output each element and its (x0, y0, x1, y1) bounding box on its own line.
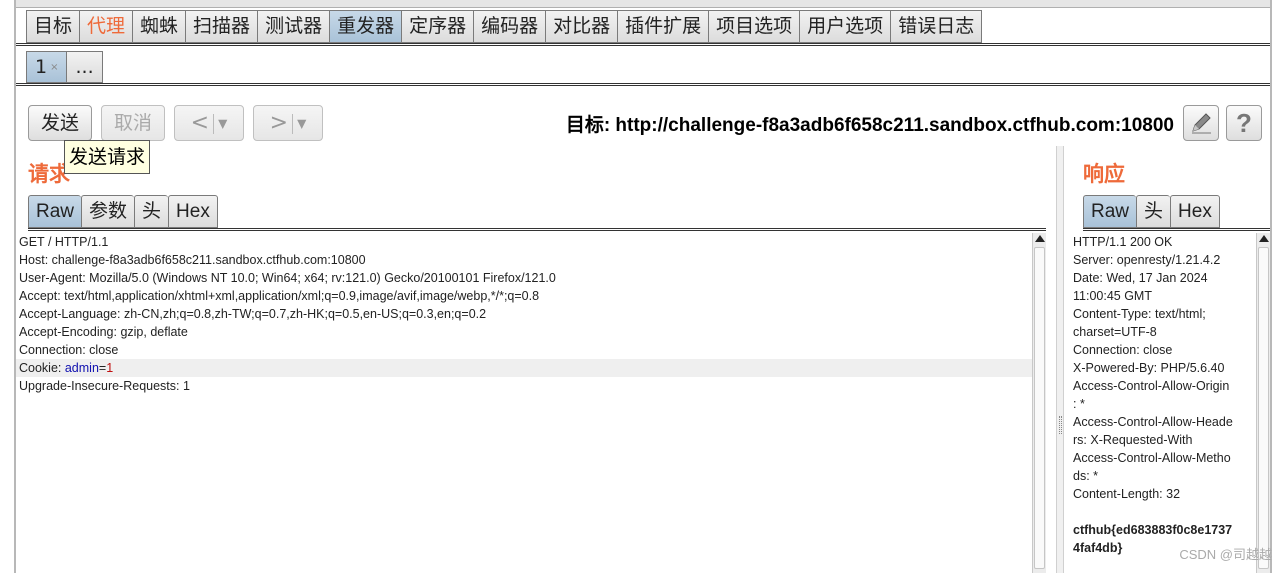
back-button[interactable]: < ▼ (174, 105, 244, 141)
target-url: http://challenge-f8a3adb6f658c211.sandbo… (615, 115, 1174, 136)
tab-error-log[interactable]: 错误日志 (890, 10, 983, 43)
tab-comparer[interactable]: 对比器 (545, 10, 618, 43)
response-line: ds: * (1073, 469, 1099, 483)
request-cookie-line: Cookie: admin=1 (16, 359, 1032, 377)
main-tab-bar: 目标 代理 蜘蛛 扫描器 测试器 重发器 定序器 编码器 对比器 插件扩展 项目… (26, 10, 983, 43)
request-line: Accept: text/html,application/xhtml+xml,… (19, 289, 540, 303)
tab-target[interactable]: 目标 (26, 10, 80, 43)
tab-scanner[interactable]: 扫描器 (185, 10, 258, 43)
response-tab-headers[interactable]: 头 (1136, 195, 1171, 228)
response-scrollbar[interactable] (1256, 233, 1270, 573)
response-line: 11:00:45 GMT (1073, 289, 1152, 303)
tab-repeater[interactable]: 重发器 (329, 10, 402, 43)
tab-sequencer[interactable]: 定序器 (401, 10, 474, 43)
response-line: Server: openresty/1.21.4.2 (1073, 253, 1221, 267)
response-line: rs: X-Requested-With (1073, 433, 1193, 447)
chevron-down-icon[interactable]: ▼ (218, 117, 227, 131)
request-line: Host: challenge-f8a3adb6f658c211.sandbox… (19, 253, 366, 267)
request-line: User-Agent: Mozilla/5.0 (Windows NT 10.0… (19, 271, 556, 285)
cookie-prefix: Cookie: (19, 361, 65, 375)
target-label: 目标: (565, 115, 611, 136)
request-tab-hex[interactable]: Hex (168, 195, 218, 228)
send-tooltip: 发送请求 (64, 140, 151, 174)
request-tab-headers[interactable]: 头 (134, 195, 169, 228)
response-line: Content-Length: 32 (1073, 487, 1181, 501)
response-flag-line: ctfhub{ed683883f0c8e1737 (1073, 523, 1233, 537)
chevron-down-icon[interactable]: ▼ (297, 117, 306, 131)
send-button[interactable]: 发送 (28, 105, 92, 141)
response-line: : * (1073, 397, 1085, 411)
cookie-value: 1 (106, 361, 114, 375)
scroll-up-icon[interactable] (1259, 235, 1269, 242)
request-tab-divider (28, 228, 1046, 231)
forward-arrow-icon: > (269, 110, 289, 136)
watermark: CSDN @司越越 (1179, 547, 1272, 562)
cancel-button: 取消 (101, 105, 165, 141)
splitter-grip-icon[interactable] (1059, 416, 1062, 434)
repeater-tab-1-label: 1 (35, 56, 48, 78)
response-view-tabs: Raw 头 Hex (1083, 195, 1220, 228)
new-tab-button[interactable]: ... (66, 51, 103, 83)
tab-user-options[interactable]: 用户选项 (799, 10, 891, 43)
response-tab-raw[interactable]: Raw (1083, 195, 1137, 228)
help-button[interactable]: ? (1226, 105, 1262, 141)
close-icon[interactable]: × (50, 62, 58, 73)
response-heading: 响应 (1083, 162, 1125, 186)
pane-splitter[interactable] (1056, 146, 1064, 573)
response-tab-divider (1083, 228, 1270, 231)
tab-proxy[interactable]: 代理 (79, 10, 133, 43)
response-tab-hex[interactable]: Hex (1170, 195, 1220, 228)
request-view-tabs: Raw 参数 头 Hex (28, 195, 218, 228)
main-tab-divider (16, 43, 1270, 46)
request-line: GET / HTTP/1.1 (19, 235, 109, 249)
sub-tab-divider (16, 83, 1270, 86)
scroll-up-icon[interactable] (1035, 235, 1045, 242)
request-line: Connection: close (19, 343, 119, 357)
response-viewer[interactable]: HTTP/1.1 200 OK Server: openresty/1.21.4… (1070, 233, 1256, 573)
request-line: Accept-Language: zh-CN,zh;q=0.8,zh-TW;q=… (19, 307, 487, 321)
response-line: Access-Control-Allow-Heade (1073, 415, 1233, 429)
request-editor[interactable]: GET / HTTP/1.1 Host: challenge-f8a3adb6f… (16, 233, 1032, 573)
target-display: 目标: http://challenge-f8a3adb6f658c211.sa… (566, 110, 1174, 137)
response-line: HTTP/1.1 200 OK (1073, 235, 1173, 249)
tab-intruder[interactable]: 测试器 (257, 10, 330, 43)
edit-target-button[interactable] (1183, 105, 1219, 141)
pencil-icon (1192, 113, 1211, 134)
response-line: X-Powered-By: PHP/5.6.40 (1073, 361, 1225, 375)
forward-button[interactable]: > ▼ (253, 105, 323, 141)
response-line: Date: Wed, 17 Jan 2024 (1073, 271, 1208, 285)
request-scrollbar[interactable] (1032, 233, 1046, 573)
request-line: Accept-Encoding: gzip, deflate (19, 325, 188, 339)
repeater-window: 目标 代理 蜘蛛 扫描器 测试器 重发器 定序器 编码器 对比器 插件扩展 项目… (14, 0, 1272, 573)
top-strip (16, 0, 1270, 8)
request-line: Upgrade-Insecure-Requests: 1 (19, 379, 190, 393)
request-tab-params[interactable]: 参数 (81, 195, 135, 228)
repeater-tab-1[interactable]: 1 × (26, 51, 67, 83)
response-scroll-thumb[interactable] (1258, 247, 1269, 569)
tab-extender[interactable]: 插件扩展 (617, 10, 709, 43)
request-tab-raw[interactable]: Raw (28, 195, 82, 228)
response-line: Content-Type: text/html; (1073, 307, 1206, 321)
response-line: Access-Control-Allow-Origin (1073, 379, 1230, 393)
tab-decoder[interactable]: 编码器 (473, 10, 546, 43)
request-scroll-thumb[interactable] (1034, 247, 1045, 569)
response-line: charset=UTF-8 (1073, 325, 1157, 339)
tab-spider[interactable]: 蜘蛛 (132, 10, 186, 43)
response-line (1070, 503, 1256, 521)
back-arrow-icon: < (190, 110, 210, 136)
response-line: Connection: close (1073, 343, 1173, 357)
response-line: Access-Control-Allow-Metho (1073, 451, 1231, 465)
tab-project-options[interactable]: 项目选项 (708, 10, 800, 43)
cookie-key: admin (64, 361, 99, 375)
repeater-tab-bar: 1 × ... (26, 51, 103, 83)
